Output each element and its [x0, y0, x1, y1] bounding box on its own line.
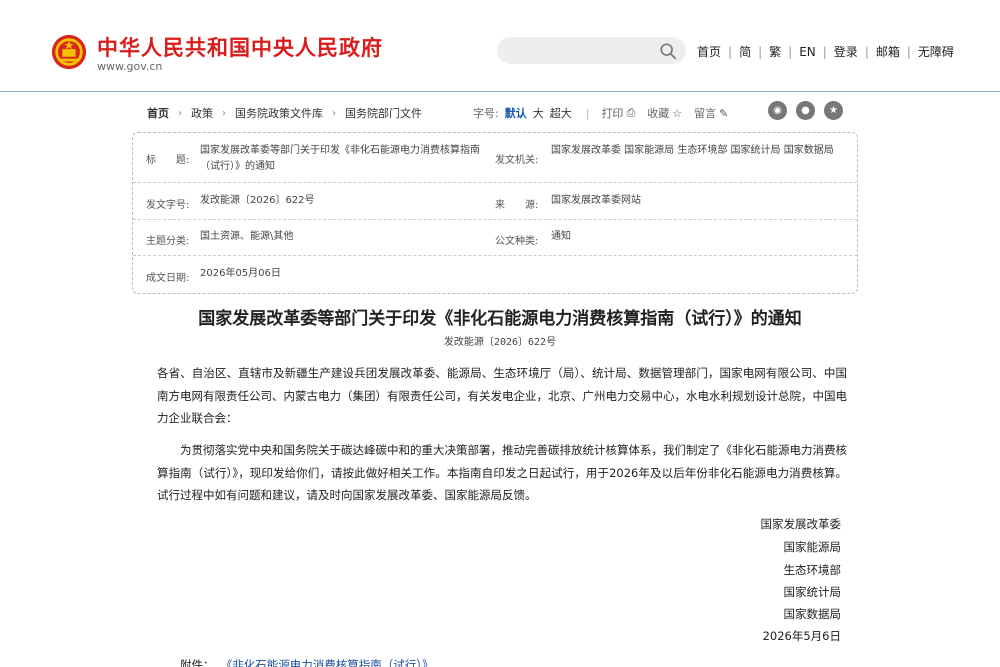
font-size-xlarge[interactable]: 超大 [550, 105, 572, 121]
info-row: 成文日期: 2026年05月06日 [133, 256, 857, 293]
comment-icon[interactable]: ✎ [719, 107, 728, 120]
topic-label: 主题分类: [146, 236, 190, 247]
breadcrumb: 首页 › 政策 › 国务院政策文件库 › 国务院部门文件 [147, 105, 422, 121]
font-size-large[interactable]: 大 [533, 105, 544, 121]
print-button[interactable]: 打印 [601, 105, 623, 121]
signatory: 国家发展改革委 [760, 517, 842, 531]
nav-traditional[interactable]: 繁 [769, 43, 781, 60]
star-icon[interactable]: ★ [824, 101, 843, 120]
breadcrumb-toolbar: 首页 › 政策 › 国务院政策文件库 › 国务院部门文件 字号: 默认 大 超大… [147, 101, 847, 122]
favorite-button[interactable]: 收藏 [647, 105, 669, 121]
attachment-label: 附件： [180, 658, 215, 667]
document-number: 发改能源〔2026〕622号 [443, 337, 557, 348]
sign-date: 2026年5月6日 [762, 629, 841, 643]
nav-divider: | [728, 44, 733, 59]
date-value: 2026年05月06日 [200, 268, 281, 279]
comment-button[interactable]: 留言 [694, 105, 716, 121]
document-info-table: 标 题: 国家发展改革委等部门关于印发《非化石能源电力消费核算指南（试行）》的通… [132, 132, 858, 294]
page-tools: 字号: 默认 大 超大 | 打印 ⎙ 收藏 ☆ 留言 ✎ [473, 105, 740, 121]
source-value: 国家发展改革委网站 [551, 195, 641, 206]
attachment-link[interactable]: 《非化石能源电力消费核算指南（试行）》 [227, 658, 434, 667]
title-value: 国家发展改革委等部门关于印发《非化石能源电力消费核算指南（试行）》的通知 [200, 145, 480, 172]
breadcrumb-policy[interactable]: 政策 [191, 105, 213, 121]
site-header: 中华人民共和国中央人民政府 www.gov.cn 首页 | 简 | 繁 | EN… [0, 0, 1000, 92]
wechat-icon[interactable]: ● [796, 101, 815, 120]
signatory: 生态环境部 [783, 563, 842, 577]
nav-english[interactable]: EN [799, 45, 816, 59]
nav-accessibility[interactable]: 无障碍 [918, 43, 954, 60]
issuer-value: 国家发展改革委 国家能源局 生态环境部 国家统计局 国家数据局 [551, 145, 834, 156]
top-nav: 首页 | 简 | 繁 | EN | 登录 | 邮箱 | 无障碍 [697, 43, 954, 60]
title-label: 标 题: [146, 155, 190, 166]
type-value: 通知 [551, 231, 571, 242]
site-name[interactable]: 中华人民共和国中央人民政府 [97, 32, 383, 62]
nav-divider: | [864, 44, 869, 59]
info-row: 发文字号: 发改能源〔2026〕622号 来 源: 国家发展改革委网站 [133, 183, 857, 220]
signatory: 国家能源局 [783, 540, 842, 554]
nav-divider: | [758, 44, 763, 59]
font-size-label: 字号: [473, 107, 499, 120]
nav-home[interactable]: 首页 [697, 43, 721, 60]
info-row: 主题分类: 国土资源、能源\其他 公文种类: 通知 [133, 220, 857, 256]
docno-value: 发改能源〔2026〕622号 [200, 195, 315, 206]
issuer-label: 发文机关: [495, 155, 539, 166]
breadcrumb-policy-library[interactable]: 国务院政策文件库 [235, 105, 323, 121]
chevron-right-icon: › [178, 107, 182, 119]
nav-divider: | [788, 44, 793, 59]
date-label: 成文日期: [146, 273, 190, 284]
search-input[interactable] [497, 37, 686, 64]
document-title: 国家发展改革委等部门关于印发《非化石能源电力消费核算指南（试行）》的通知 [198, 309, 802, 329]
nav-divider: | [906, 44, 911, 59]
breadcrumb-home[interactable]: 首页 [147, 105, 169, 121]
signatory: 国家数据局 [783, 607, 842, 621]
body-paragraph: 为贯彻落实党中央和国务院关于碳达峰碳中和的重大决策部署，推动完善碳排放统计核算体… [157, 443, 847, 502]
national-emblem-icon[interactable] [50, 33, 88, 71]
docno-label: 发文字号: [146, 200, 190, 211]
nav-simplified[interactable]: 简 [739, 43, 751, 60]
site-url: www.gov.cn [97, 60, 163, 73]
type-label: 公文种类: [495, 236, 539, 247]
nav-mail[interactable]: 邮箱 [876, 43, 900, 60]
nav-login[interactable]: 登录 [834, 43, 858, 60]
print-icon[interactable]: ⎙ [626, 106, 635, 120]
signatory: 国家统计局 [783, 585, 842, 599]
attachment-line: 附件： 《非化石能源电力消费核算指南（试行）》 [180, 657, 434, 667]
search-icon[interactable] [659, 42, 677, 60]
breadcrumb-department-docs[interactable]: 国务院部门文件 [345, 105, 422, 121]
font-size-default[interactable]: 默认 [505, 105, 527, 121]
chevron-right-icon: › [332, 107, 336, 119]
favorite-icon[interactable]: ☆ [672, 107, 682, 120]
info-row: 标 题: 国家发展改革委等部门关于印发《非化石能源电力消费核算指南（试行）》的通… [133, 133, 857, 183]
toolbar-divider: | [585, 106, 590, 120]
nav-divider: | [822, 44, 827, 59]
chevron-right-icon: › [222, 107, 226, 119]
weibo-icon[interactable]: ◉ [768, 101, 787, 120]
topic-value: 国土资源、能源\其他 [200, 231, 294, 242]
source-label: 来 源: [495, 200, 539, 211]
share-buttons: ◉ ● ★ [768, 101, 843, 120]
addressees-paragraph: 各省、自治区、直辖市及新疆生产建设兵团发展改革委、能源局、生态环境厅（局）、统计… [157, 366, 847, 425]
